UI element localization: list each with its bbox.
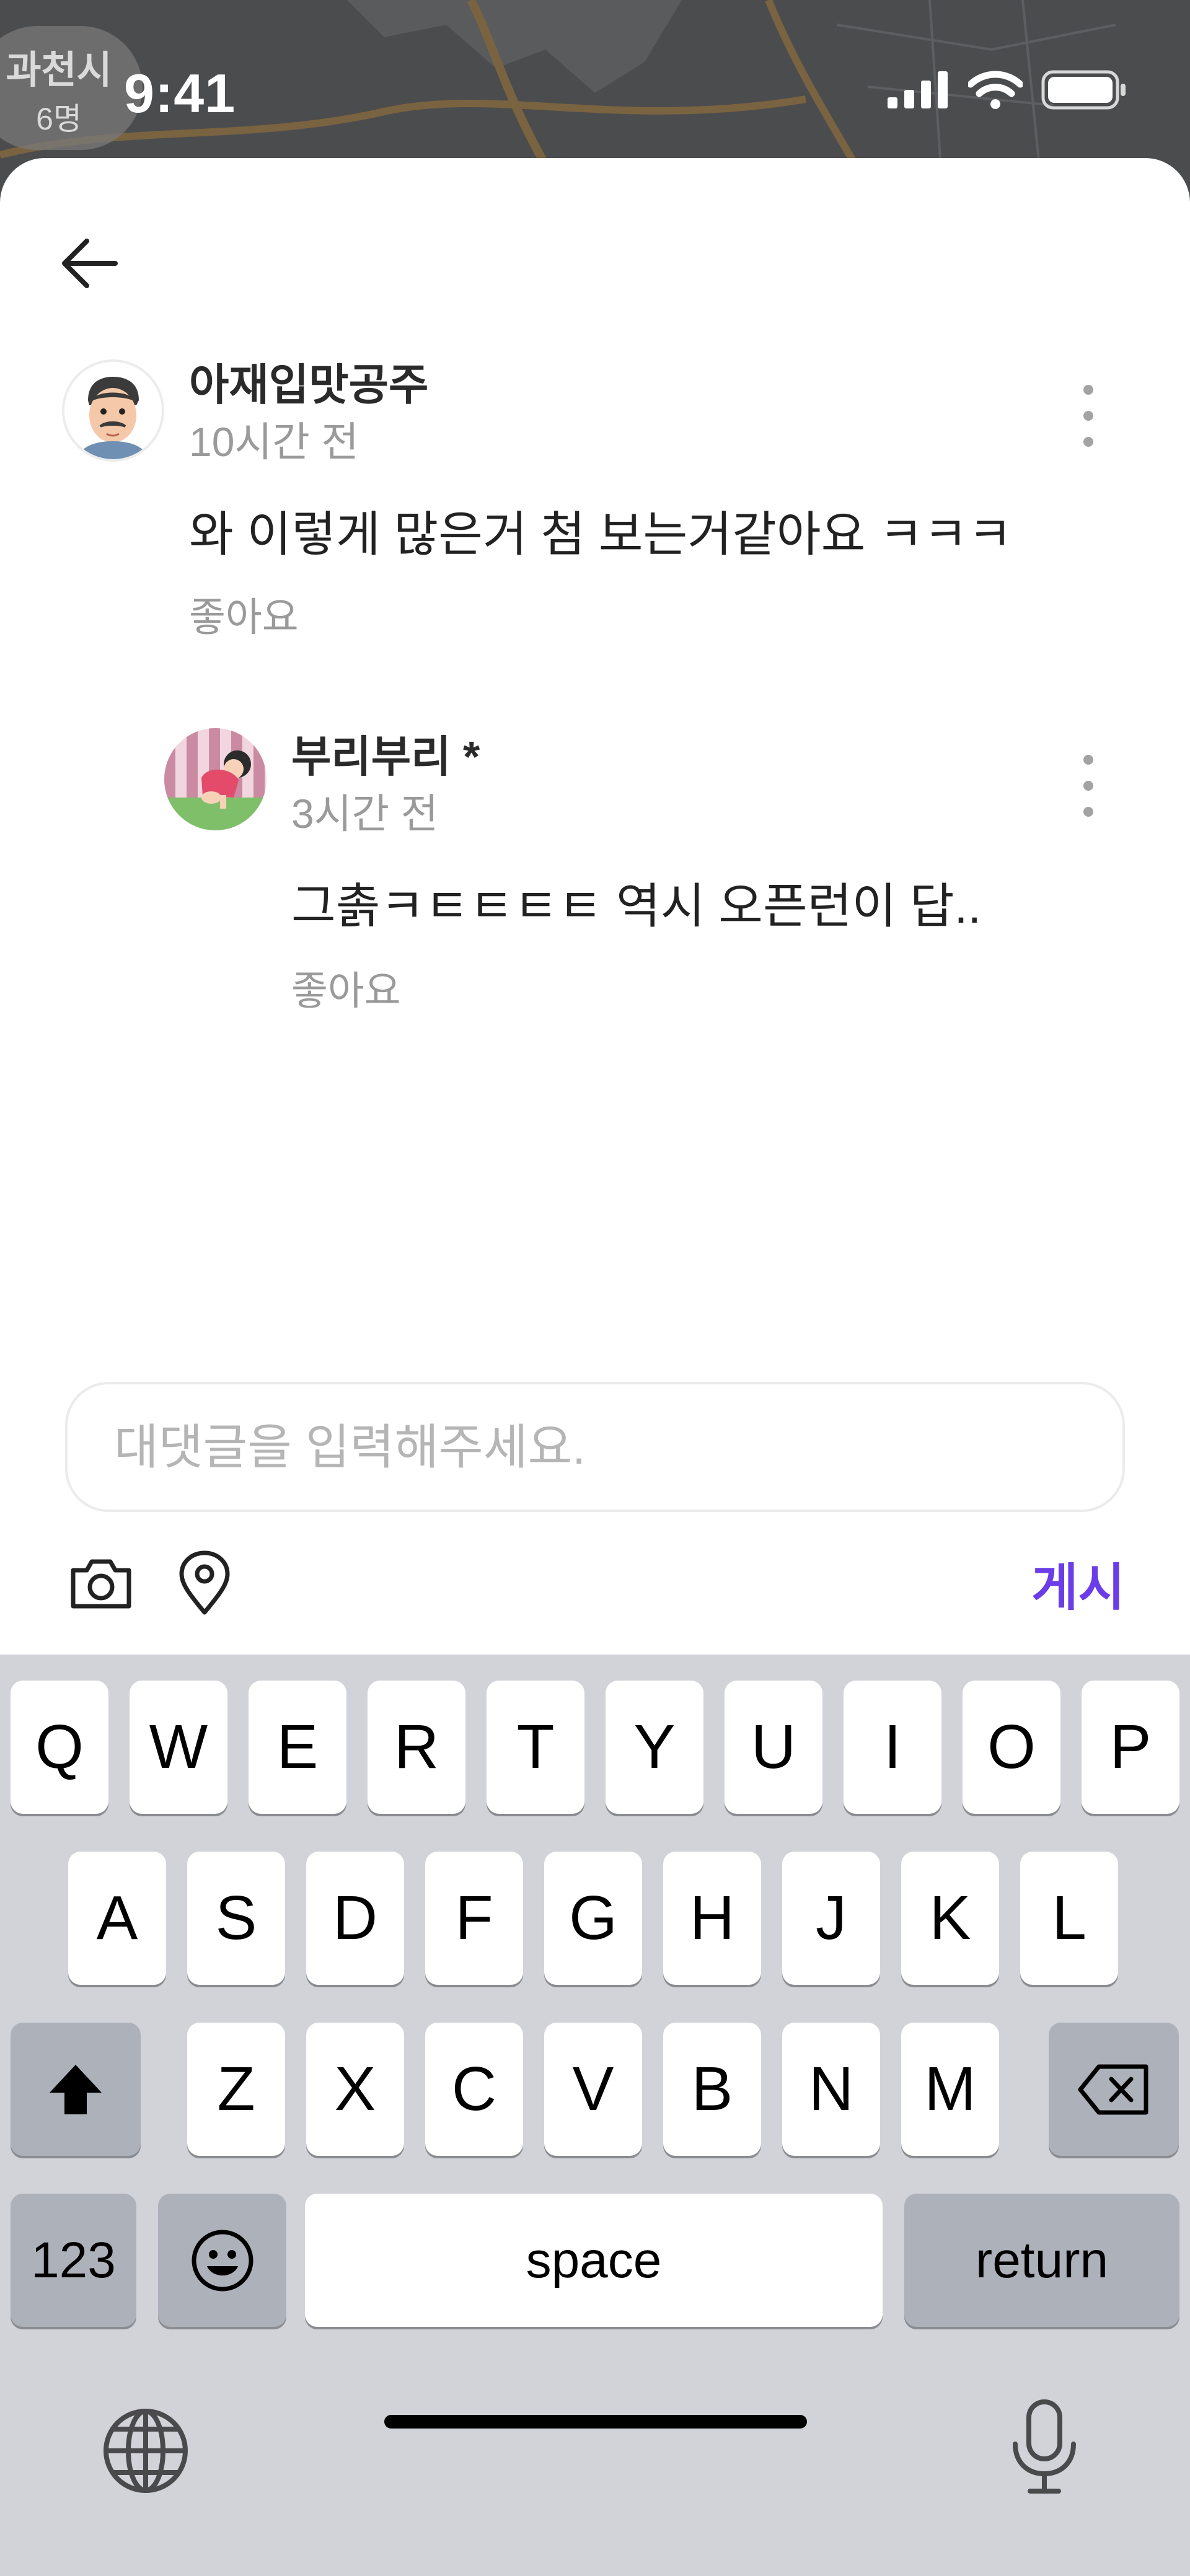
more-dot xyxy=(1083,437,1093,447)
camera-button[interactable] xyxy=(67,1549,135,1617)
key-d[interactable]: D xyxy=(306,1852,404,1985)
key-b[interactable]: B xyxy=(663,2023,761,2156)
dictation-button[interactable] xyxy=(998,2398,1091,2497)
globe-button[interactable] xyxy=(99,2404,192,2497)
key-z[interactable]: Z xyxy=(187,2023,285,2156)
key-x[interactable]: X xyxy=(306,2023,404,2156)
avatar[interactable] xyxy=(62,359,164,462)
comment-author[interactable]: 부리부리 * xyxy=(291,722,480,785)
arrow-left-icon xyxy=(62,239,118,288)
status-icons xyxy=(888,68,1128,112)
shift-key[interactable] xyxy=(11,2023,141,2156)
key-c[interactable]: C xyxy=(425,2023,523,2156)
battery-icon xyxy=(1041,70,1126,110)
shift-icon xyxy=(50,2064,102,2114)
map-chip-place: 과천시 xyxy=(6,49,112,92)
emoji-key[interactable] xyxy=(158,2194,286,2327)
key-r[interactable]: R xyxy=(368,1681,465,1814)
delete-key[interactable] xyxy=(1049,2023,1179,2156)
key-o[interactable]: O xyxy=(963,1681,1060,1814)
man-face-avatar-icon xyxy=(77,377,149,459)
key-j[interactable]: J xyxy=(782,1852,880,1985)
camera-icon xyxy=(71,1559,131,1609)
cellular-signal-icon xyxy=(888,71,948,108)
key-n[interactable]: N xyxy=(782,2023,880,2156)
return-key[interactable]: return xyxy=(904,2194,1179,2327)
key-g[interactable]: G xyxy=(544,1852,642,1985)
more-dot xyxy=(1083,781,1093,791)
key-y[interactable]: Y xyxy=(606,1681,703,1814)
reply-input[interactable]: 대댓글을 입력해주세요. xyxy=(65,1382,1125,1512)
location-button[interactable] xyxy=(170,1549,239,1617)
wifi-icon xyxy=(968,71,1023,109)
key-p[interactable]: P xyxy=(1082,1681,1179,1814)
key-e[interactable]: E xyxy=(249,1681,346,1814)
like-button[interactable]: 좋아요 xyxy=(189,586,299,643)
map-chip-count: 6명 xyxy=(36,102,82,136)
key-f[interactable]: F xyxy=(425,1852,523,1985)
comment-text: 와 이렇게 많은거 첨 보는거같아요 ㅋㅋㅋ xyxy=(189,507,1013,561)
map-cluster-chip[interactable]: 과천시 6명 xyxy=(0,26,143,150)
space-key[interactable]: space xyxy=(305,2194,883,2327)
status-time: 9:41 xyxy=(124,63,236,124)
comment-author[interactable]: 아재입맛공주 xyxy=(189,350,428,413)
more-options-button[interactable] xyxy=(1076,385,1101,447)
comment-text: 그촑ㅋㅌㅌㅌㅌ 역시 오픈런이 답.. xyxy=(291,879,981,933)
home-indicator xyxy=(384,2415,807,2429)
like-button[interactable]: 좋아요 xyxy=(291,959,401,1016)
globe-icon xyxy=(104,2409,188,2493)
key-t[interactable]: T xyxy=(487,1681,584,1814)
avatar[interactable] xyxy=(164,728,267,830)
more-dot xyxy=(1083,411,1093,421)
key-k[interactable]: K xyxy=(901,1852,999,1985)
numbers-key[interactable]: 123 xyxy=(11,2194,136,2327)
key-w[interactable]: W xyxy=(130,1681,227,1814)
more-dot xyxy=(1083,385,1093,395)
microphone-icon xyxy=(1013,2399,1076,2494)
keyboard: Q W E R T Y U I O P A S D F G H J K L Z … xyxy=(0,1655,1190,2576)
key-m[interactable]: M xyxy=(901,2023,999,2156)
key-a[interactable]: A xyxy=(68,1852,166,1985)
comment-time: 10시간 전 xyxy=(189,419,359,465)
cartoon-character-avatar-icon xyxy=(164,728,267,830)
more-dot xyxy=(1083,755,1093,765)
key-v[interactable]: V xyxy=(544,2023,642,2156)
key-h[interactable]: H xyxy=(663,1852,761,1985)
back-button[interactable] xyxy=(56,229,124,297)
comment-time: 3시간 전 xyxy=(291,791,439,837)
backspace-icon xyxy=(1078,2064,1148,2114)
post-button[interactable]: 게시 xyxy=(1031,1546,1125,1620)
emoji-icon xyxy=(192,2230,253,2291)
more-dot xyxy=(1083,807,1093,817)
key-q[interactable]: Q xyxy=(11,1681,108,1814)
key-i[interactable]: I xyxy=(844,1681,941,1814)
key-u[interactable]: U xyxy=(725,1681,822,1814)
key-l[interactable]: L xyxy=(1020,1852,1118,1985)
location-pin-icon xyxy=(179,1550,230,1615)
more-options-button[interactable] xyxy=(1076,755,1101,817)
key-s[interactable]: S xyxy=(187,1852,285,1985)
